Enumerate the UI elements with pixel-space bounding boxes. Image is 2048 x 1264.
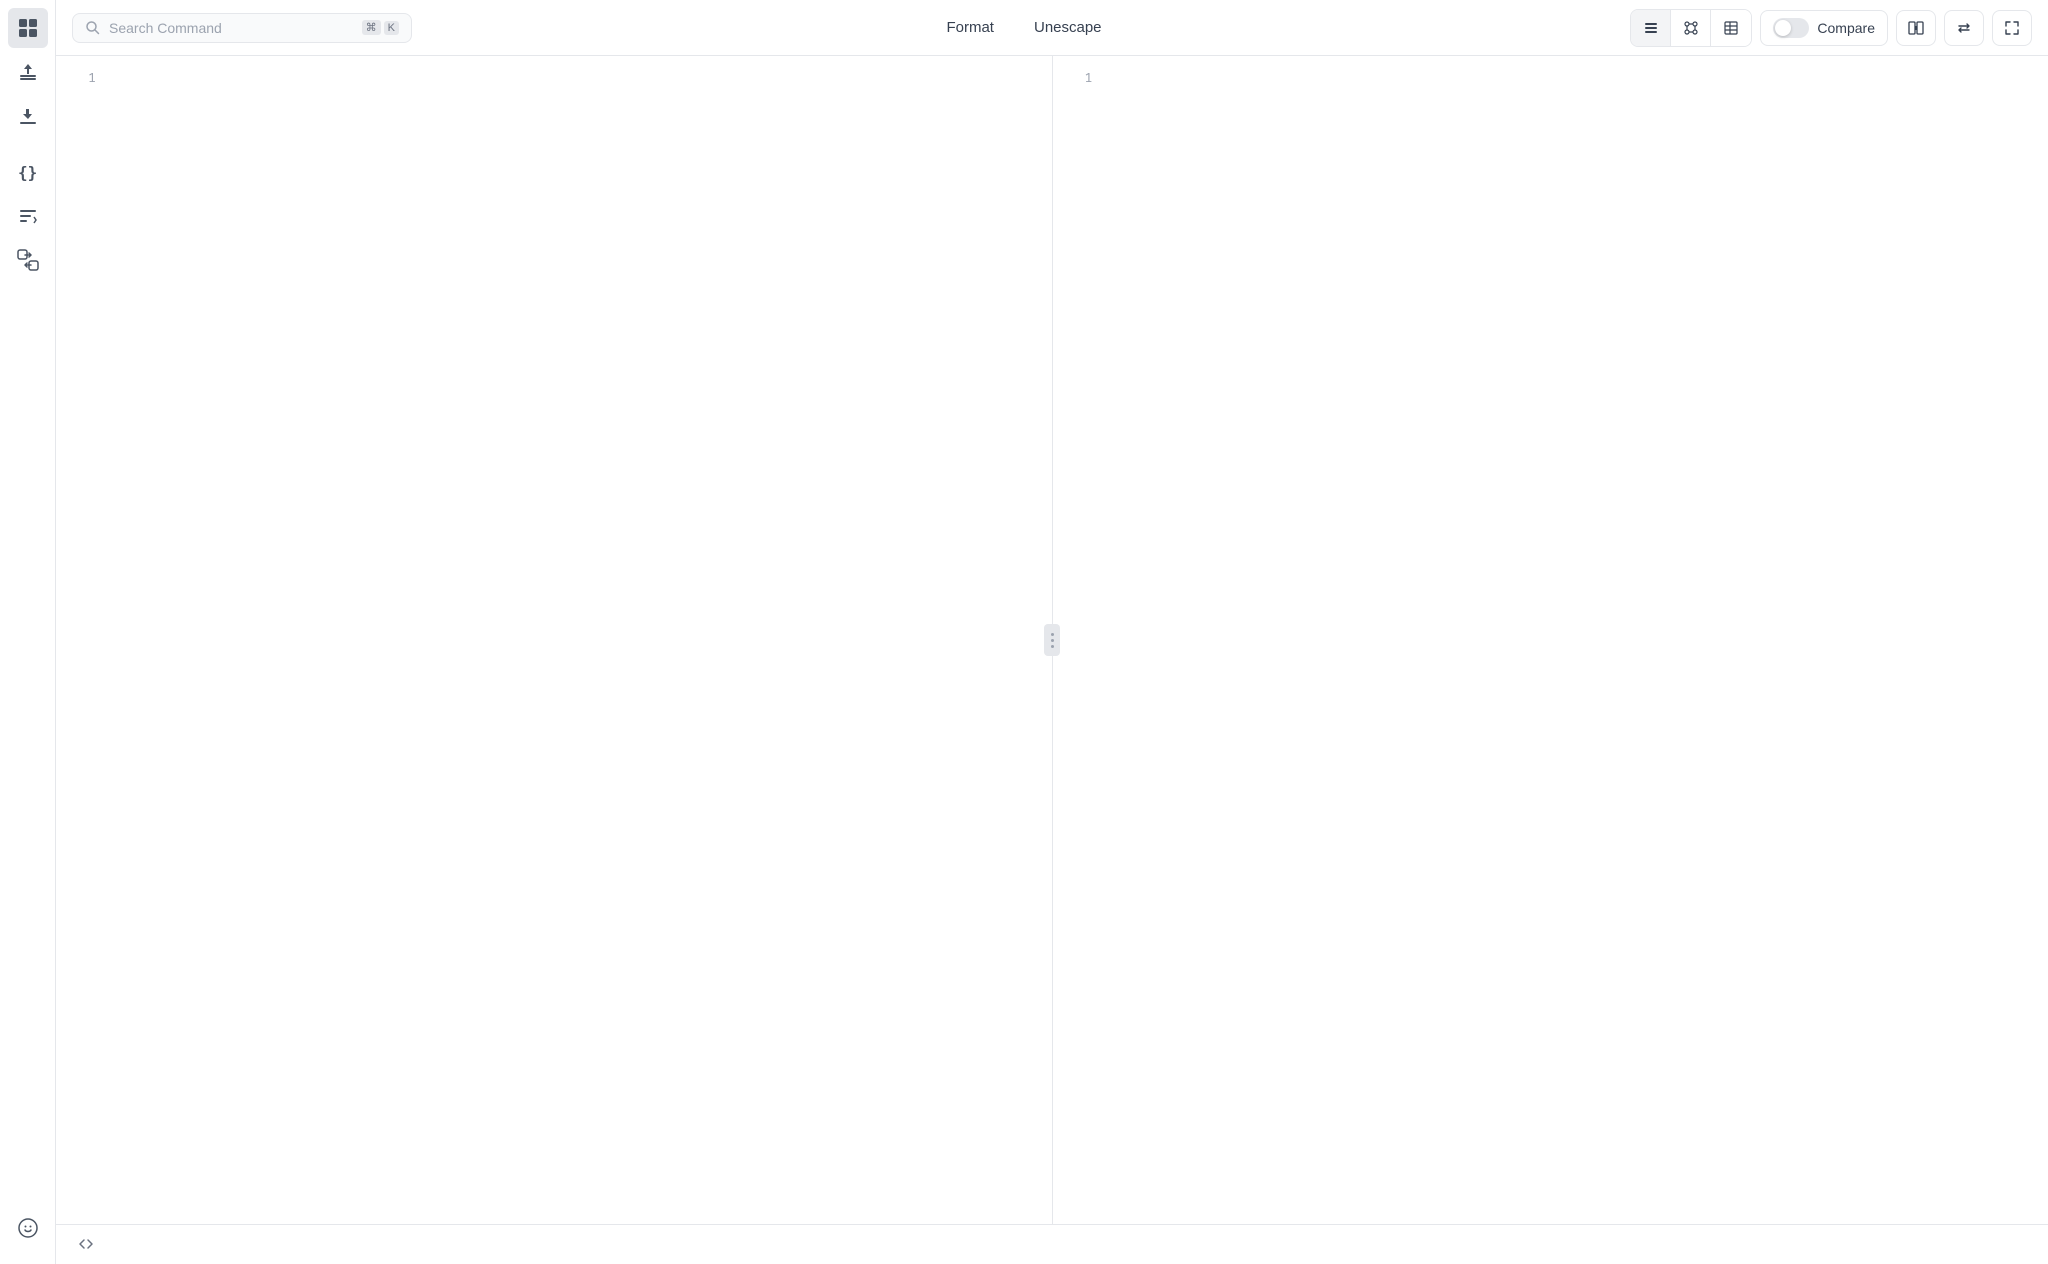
line-number: 1 — [64, 68, 96, 89]
sidebar-bottom — [8, 1208, 48, 1248]
main-content: Search Command ⌘ K Format Unescape — [56, 0, 2048, 1264]
download-icon[interactable] — [8, 96, 48, 136]
compare-toggle[interactable]: Compare — [1760, 10, 1888, 46]
fullscreen-button[interactable] — [1992, 10, 2032, 46]
search-bar[interactable]: Search Command ⌘ K — [72, 13, 412, 43]
divider-dots — [1051, 633, 1054, 648]
left-editor-pane: 1 — [56, 56, 1053, 1224]
list-view-button[interactable] — [1631, 10, 1671, 46]
swap-icon-button[interactable] — [1944, 10, 1984, 46]
feedback-icon[interactable] — [8, 1208, 48, 1248]
right-editor-content[interactable] — [1101, 56, 2048, 1224]
toolbar-center: Format Unescape — [938, 13, 1109, 42]
divider-dot — [1051, 645, 1054, 648]
sidebar: {} — [0, 0, 56, 1264]
left-editor-content[interactable] — [104, 56, 1052, 1224]
right-editor-pane: 1 — [1053, 56, 2048, 1224]
toolbar: Search Command ⌘ K Format Unescape — [56, 0, 2048, 56]
format-button[interactable]: Format — [938, 13, 1002, 42]
app-icon[interactable] — [8, 8, 48, 48]
braces-icon[interactable]: {} — [8, 152, 48, 192]
sort-icon[interactable] — [8, 196, 48, 236]
line-number: 1 — [1061, 68, 1093, 89]
table-view-button[interactable] — [1711, 10, 1751, 46]
view-mode-group — [1630, 9, 1752, 47]
upload-icon[interactable] — [8, 52, 48, 92]
transform-icon[interactable] — [8, 240, 48, 280]
tree-view-button[interactable] — [1671, 10, 1711, 46]
divider-dot — [1051, 633, 1054, 636]
compare-label: Compare — [1817, 20, 1875, 36]
svg-text:{}: {} — [18, 163, 37, 182]
search-placeholder: Search Command — [109, 20, 354, 36]
toolbar-right: Compare — [1630, 9, 2032, 47]
expand-button[interactable] — [72, 1231, 100, 1259]
search-icon — [85, 20, 101, 36]
shortcut-key: K — [384, 21, 399, 35]
bottom-bar — [56, 1224, 2048, 1264]
vertical-bar-icon-button[interactable] — [1896, 10, 1936, 46]
divider-handle[interactable] — [1044, 624, 1060, 656]
divider-dot — [1051, 639, 1054, 642]
toggle-knob — [1775, 20, 1791, 36]
search-shortcut: ⌘ K — [362, 20, 399, 35]
shortcut-symbol: ⌘ — [362, 20, 381, 35]
editor-area: 1 1 — [56, 56, 2048, 1224]
left-line-numbers: 1 — [56, 56, 104, 1224]
unescape-button[interactable]: Unescape — [1026, 13, 1110, 42]
compare-switch[interactable] — [1773, 18, 1809, 38]
